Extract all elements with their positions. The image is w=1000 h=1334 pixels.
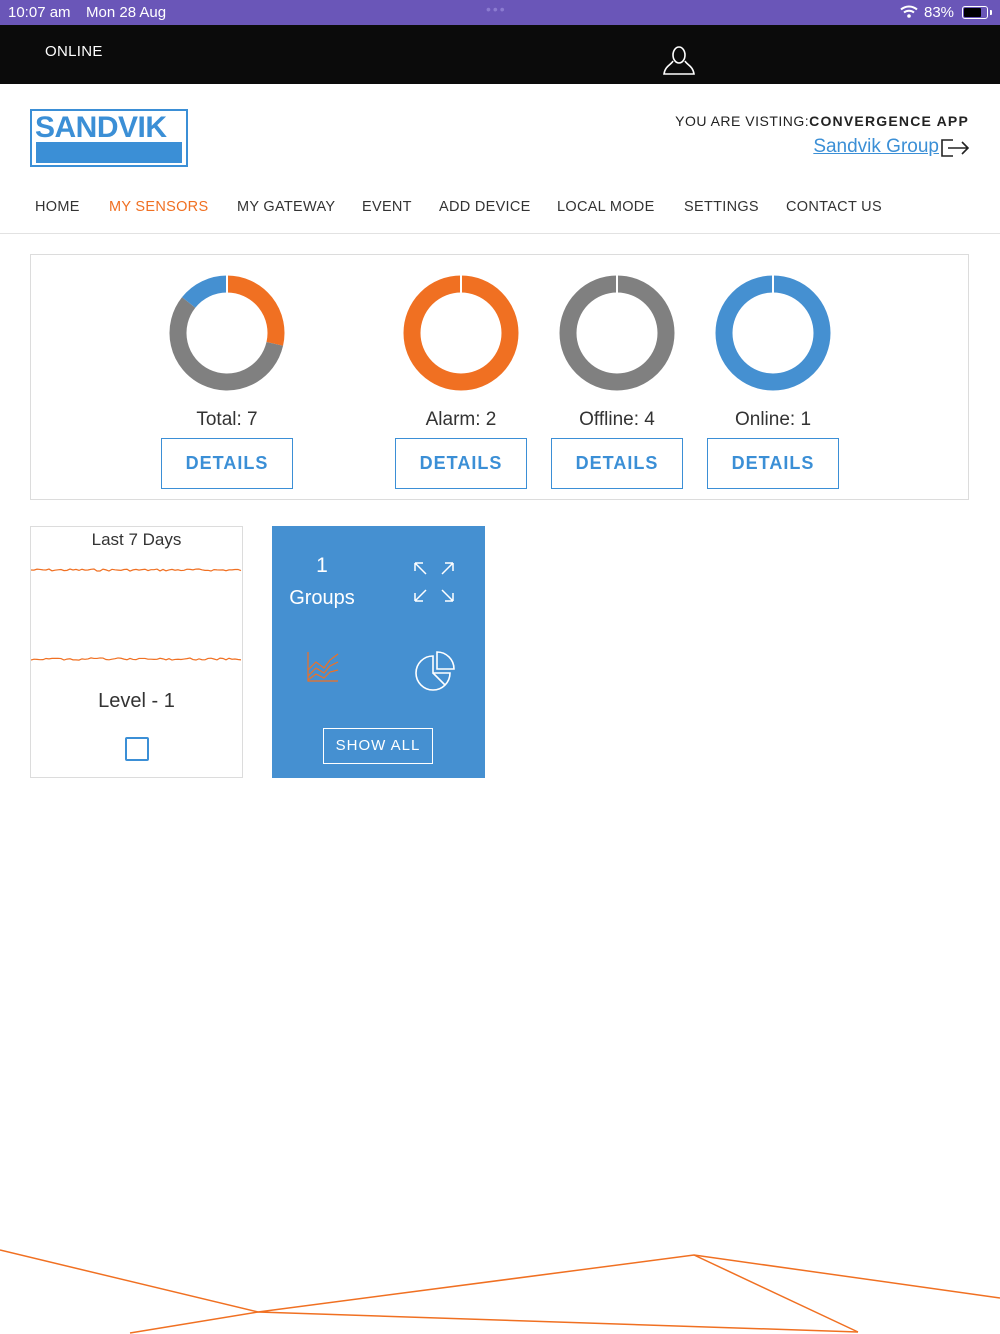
visiting-info: YOU ARE VISTING:CONVERGENCE APP xyxy=(675,113,969,129)
trend-line-lower xyxy=(31,657,242,661)
level-label: Level - 1 xyxy=(98,690,175,712)
pie-chart-icon[interactable] xyxy=(413,650,457,699)
main-nav: HOME MY SENSORS MY GATEWAY EVENT ADD DEV… xyxy=(0,199,1000,219)
nav-divider xyxy=(0,233,1000,234)
details-online-button[interactable]: DETAILS xyxy=(707,438,839,489)
level-checkbox[interactable] xyxy=(125,737,149,761)
logo-bar xyxy=(36,142,182,163)
donut-total xyxy=(169,275,285,391)
group-link[interactable]: Sandvik Group xyxy=(813,136,939,158)
donut-alarm xyxy=(403,275,519,391)
battery-icon xyxy=(962,6,992,19)
decorative-lines xyxy=(0,1249,1000,1334)
groups-label: Groups xyxy=(289,587,355,609)
nav-item-event[interactable]: EVENT xyxy=(362,199,412,215)
nav-item-my-gateway[interactable]: MY GATEWAY xyxy=(237,199,335,215)
wifi-icon xyxy=(900,5,918,22)
status-bar: 10:07 am Mon 28 Aug ••• 83% xyxy=(0,0,1000,25)
trend-card[interactable]: Last 7 Days Level - 1 xyxy=(30,526,243,778)
visiting-app-name: CONVERGENCE APP xyxy=(809,113,969,129)
show-all-button[interactable]: SHOW ALL xyxy=(323,728,433,764)
visiting-prefix: YOU ARE VISTING: xyxy=(675,113,810,129)
status-date: Mon 28 Aug xyxy=(86,4,167,21)
logout-icon[interactable] xyxy=(940,138,970,163)
nav-item-contact-us[interactable]: CONTACT US xyxy=(786,199,882,215)
donut-slice-offline xyxy=(169,297,284,391)
details-offline-button[interactable]: DETAILS xyxy=(551,438,683,489)
nav-item-my-sensors[interactable]: MY SENSORS xyxy=(109,199,208,215)
status-time: 10:07 am xyxy=(8,4,71,21)
top-bar: ONLINE xyxy=(0,25,1000,84)
user-profile-icon[interactable] xyxy=(662,45,696,82)
connection-status: ONLINE xyxy=(45,43,103,60)
nav-item-settings[interactable]: SETTINGS xyxy=(684,199,759,215)
expand-icon[interactable] xyxy=(412,560,456,609)
trend-title: Last 7 Days xyxy=(91,530,182,549)
stat-total-label: Total: 7 xyxy=(196,409,258,430)
area-chart-icon[interactable] xyxy=(306,650,340,689)
sensor-summary-card: Total: 7 Alarm: 2 Offline: 4 Online: 1 D… xyxy=(30,254,969,500)
stat-alarm-label: Alarm: 2 xyxy=(425,409,497,430)
donut-slice-offline xyxy=(559,275,675,391)
groups-card: 1 Groups SHOW ALL xyxy=(272,526,485,778)
donut-offline xyxy=(559,275,675,391)
groups-count: 1 xyxy=(316,554,328,577)
nav-item-home[interactable]: HOME xyxy=(35,199,80,215)
battery-percent: 83% xyxy=(924,4,955,21)
details-alarm-button[interactable]: DETAILS xyxy=(395,438,527,489)
details-total-button[interactable]: DETAILS xyxy=(161,438,293,489)
trend-line-upper xyxy=(31,568,242,572)
multitasking-dots-icon: ••• xyxy=(486,1,507,17)
sandvik-logo: SANDVIK xyxy=(30,109,188,167)
donut-slice-online xyxy=(182,275,228,309)
stat-online-label: Online: 1 xyxy=(734,409,812,430)
logo-text: SANDVIK xyxy=(35,111,167,144)
donut-slice-alarm xyxy=(226,275,285,346)
nav-item-local-mode[interactable]: LOCAL MODE xyxy=(557,199,655,215)
donut-slice-online xyxy=(715,275,831,391)
donut-slice-alarm xyxy=(403,275,519,391)
donut-online xyxy=(715,275,831,391)
nav-item-add-device[interactable]: ADD DEVICE xyxy=(439,199,531,215)
stat-offline-label: Offline: 4 xyxy=(579,409,655,430)
